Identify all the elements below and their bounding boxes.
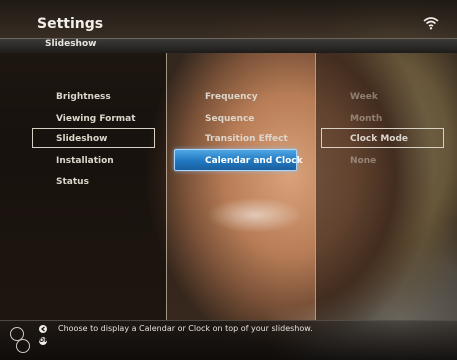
breadcrumb: Slideshow (45, 39, 97, 49)
menu-item-installation[interactable]: Installation (56, 155, 114, 167)
option-item-none[interactable]: None (350, 155, 376, 167)
photo-frame-screen: Settings Slideshow Brightness Viewing Fo… (0, 0, 457, 360)
back-button-icon[interactable] (39, 325, 47, 333)
wifi-icon (423, 17, 439, 30)
help-text: Choose to display a Calendar or Clock on… (58, 324, 313, 333)
submenu-item-sequence[interactable]: Sequence (205, 113, 254, 125)
menu-item-viewing-format[interactable]: Viewing Format (56, 113, 136, 125)
submenu-item-calendar-and-clock[interactable]: Calendar and Clock (205, 155, 303, 167)
menu-item-status[interactable]: Status (56, 176, 89, 188)
page-title: Settings (37, 16, 104, 32)
submenu-item-transition-effect[interactable]: Transition Effect (205, 133, 288, 145)
nav-ring-icon (16, 339, 30, 353)
option-item-week[interactable]: Week (350, 91, 378, 103)
submenu-item-frequency[interactable]: Frequency (205, 91, 258, 103)
menu-item-brightness[interactable]: Brightness (56, 91, 111, 103)
right-column-shade (315, 52, 457, 320)
column-divider (166, 52, 167, 320)
column-divider (315, 52, 316, 320)
option-item-month[interactable]: Month (350, 113, 382, 125)
option-item-clock-mode[interactable]: Clock Mode (350, 133, 408, 145)
menu-item-slideshow[interactable]: Slideshow (56, 133, 107, 145)
ok-button-icon[interactable]: OK (39, 337, 49, 345)
